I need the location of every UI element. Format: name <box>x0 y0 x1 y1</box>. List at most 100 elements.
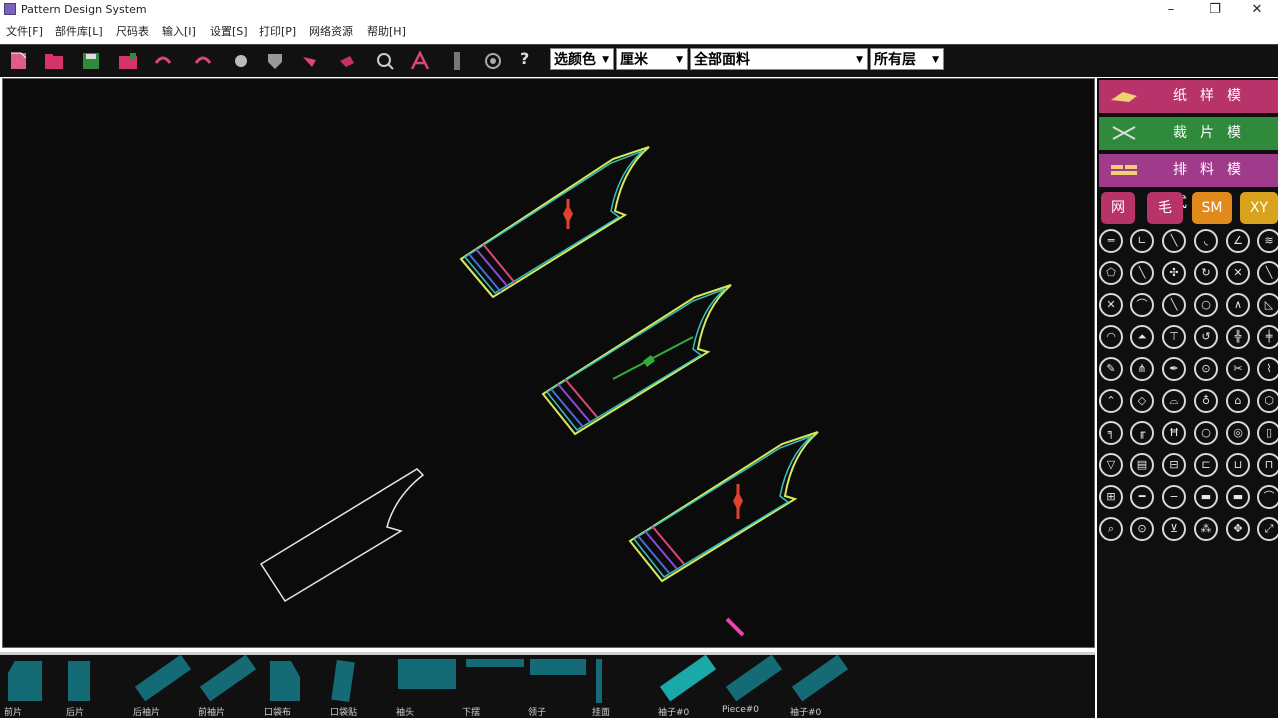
piece-thumb-facing[interactable] <box>596 659 602 703</box>
cut-piece-mode-button[interactable]: 裁片模式 <box>1099 117 1278 174</box>
right-angle-tool-icon[interactable]: ∟ <box>1130 229 1154 253</box>
minimize-button[interactable]: – <box>1150 0 1192 20</box>
unit-select[interactable]: 厘米 ▼ <box>616 48 688 70</box>
caret-tool-icon[interactable]: ∧ <box>1226 293 1250 317</box>
t-tool-icon[interactable]: ⊤ <box>1162 325 1186 349</box>
piece-thumb-front[interactable] <box>8 661 42 701</box>
panel-tool-icon[interactable]: ⊞ <box>1099 485 1123 509</box>
color-select[interactable]: 选颜色 ▼ <box>550 48 614 70</box>
piece-thumb-sleeve-2[interactable] <box>791 654 849 702</box>
peak-tool-icon[interactable]: ⌃ <box>1099 389 1123 413</box>
node-tool-icon[interactable]: ✣ <box>1162 261 1186 285</box>
undo-icon[interactable] <box>152 51 174 71</box>
button-tool-icon[interactable]: ◎ <box>1226 421 1250 445</box>
arc-tool-icon[interactable]: ◠ <box>1099 325 1123 349</box>
pentagon-tool-icon[interactable]: ⬠ <box>1099 261 1123 285</box>
piece-thumb-sleeve-1[interactable] <box>659 654 717 702</box>
pen-tool-icon[interactable]: ✎ <box>1099 357 1123 381</box>
cuff-tool-icon[interactable]: ⊔ <box>1226 453 1250 477</box>
text-icon[interactable] <box>409 51 431 71</box>
sleeve-piece-2[interactable] <box>541 284 732 436</box>
ruler-tool-icon[interactable]: ╕ <box>1099 421 1123 445</box>
layout-mode-button[interactable]: 排料模式 <box>1099 154 1278 211</box>
dot-tool-icon[interactable]: ○ <box>1194 421 1218 445</box>
menu-parts-library[interactable]: 部件库[L] <box>55 23 103 39</box>
fabric-select[interactable]: 全部面料 ▼ <box>690 48 868 70</box>
move-points-tool-icon[interactable]: ⁂ <box>1194 517 1218 541</box>
shape-tool-icon[interactable]: ⬡ <box>1257 389 1278 413</box>
cup-tool-icon[interactable]: ▽ <box>1099 453 1123 477</box>
ruler-icon[interactable] <box>446 51 468 71</box>
fork-tool-icon[interactable]: ⋔ <box>1130 357 1154 381</box>
hem-tool-icon[interactable]: ⊓ <box>1257 453 1278 477</box>
notch-tool-icon[interactable]: ⌇ <box>1257 357 1278 381</box>
zoom-tool-icon[interactable]: ⊙ <box>1130 517 1154 541</box>
close-button[interactable]: ✕ <box>1236 0 1278 20</box>
piece-thumb-cuff[interactable] <box>398 659 456 689</box>
shirt-tool-icon[interactable]: ⊟ <box>1162 453 1186 477</box>
piece-thumb-back-sleeve[interactable] <box>134 654 192 702</box>
maximize-button[interactable]: ❐ <box>1194 0 1236 20</box>
mirror-tool-icon[interactable]: ⏶ <box>1130 325 1154 349</box>
box-tool-icon[interactable]: ╬ <box>1226 325 1250 349</box>
bar-tool-icon[interactable]: ▬ <box>1194 485 1218 509</box>
open-folder-icon[interactable] <box>43 51 65 71</box>
pleat-tool-icon[interactable]: ╪ <box>1257 325 1278 349</box>
angle-tool-icon[interactable]: ∠ <box>1226 229 1250 253</box>
sleeve-outline-piece[interactable] <box>259 468 425 603</box>
layer-select[interactable]: 所有层 ▼ <box>870 48 944 70</box>
flip-tool-icon[interactable]: ⊻ <box>1162 517 1186 541</box>
xy-toggle[interactable]: XY <box>1240 192 1278 224</box>
sleeve-piece-3[interactable] <box>628 431 819 583</box>
bridge-tool-icon[interactable]: ⌓ <box>1162 389 1186 413</box>
measure-tool-icon[interactable]: ⤢ <box>1257 517 1278 541</box>
gear-icon[interactable] <box>482 51 504 71</box>
triangle-tool-icon[interactable]: ◺ <box>1257 293 1278 317</box>
point-icon[interactable] <box>230 51 252 71</box>
pattern-mode-button[interactable]: 纸样模式 <box>1099 80 1278 137</box>
horizontal-line-tool-icon[interactable]: ═ <box>1099 229 1123 253</box>
line-tool-icon[interactable]: ╲ <box>1162 293 1186 317</box>
pin-tool-icon[interactable]: ⊙ <box>1194 357 1218 381</box>
dart-tool-icon[interactable]: ⌒ <box>1130 293 1154 317</box>
save-icon[interactable] <box>80 51 102 71</box>
scissors-tool-icon[interactable]: ✂ <box>1226 357 1250 381</box>
save-as-folder-icon[interactable] <box>117 51 139 71</box>
hook-tool-icon[interactable]: ↺ <box>1194 325 1218 349</box>
pocket-tool-icon[interactable]: ♁ <box>1194 389 1218 413</box>
menu-settings[interactable]: 设置[S] <box>210 23 248 39</box>
menu-network[interactable]: 网络资源 <box>309 23 353 39</box>
curve-tool-icon[interactable]: ◟ <box>1194 229 1218 253</box>
slash-tool-icon[interactable]: ╲ <box>1130 261 1154 285</box>
tag-icon[interactable] <box>336 51 358 71</box>
piece-thumb-front-sleeve[interactable] <box>199 654 257 702</box>
h-tool-icon[interactable]: Ħ <box>1162 421 1186 445</box>
rotate-tool-icon[interactable]: ↻ <box>1194 261 1218 285</box>
piece-thumb-collar[interactable] <box>530 659 586 675</box>
move-tool-icon[interactable]: ✥ <box>1226 517 1250 541</box>
circle-tool-icon[interactable]: ○ <box>1194 293 1218 317</box>
collar-tool-icon[interactable]: ⊏ <box>1194 453 1218 477</box>
sm-toggle[interactable]: SM <box>1192 192 1232 224</box>
dash-tool-icon[interactable]: ━ <box>1130 485 1154 509</box>
arch-tool-icon[interactable]: ⌒ <box>1257 485 1278 509</box>
piece-thumb-piece-0[interactable] <box>725 654 783 702</box>
piece-thumb-pocket-cloth[interactable] <box>270 661 300 701</box>
grid-toggle[interactable]: 网 <box>1101 192 1135 224</box>
x-tool-icon[interactable]: ✕ <box>1099 293 1123 317</box>
menu-input[interactable]: 输入[I] <box>162 23 196 39</box>
seam-allowance-toggle[interactable]: 毛 <box>1147 192 1183 224</box>
new-file-icon[interactable] <box>8 51 30 71</box>
piece-thumb-hem[interactable] <box>466 659 524 667</box>
minus-tool-icon[interactable]: − <box>1162 485 1186 509</box>
menu-size-table[interactable]: 尺码表 <box>116 23 149 39</box>
piece-thumb-pocket-facing[interactable] <box>331 659 355 703</box>
search-icon[interactable] <box>374 51 396 71</box>
sleeve-piece-1[interactable] <box>459 146 650 299</box>
drawing-canvas[interactable] <box>2 78 1095 648</box>
shield-icon[interactable] <box>264 51 286 71</box>
wand-tool-icon[interactable]: ⌕ <box>1099 517 1123 541</box>
wave-tool-icon[interactable]: ≋ <box>1257 229 1278 253</box>
marker-icon[interactable] <box>300 51 322 71</box>
menu-file[interactable]: 文件[F] <box>6 23 43 39</box>
